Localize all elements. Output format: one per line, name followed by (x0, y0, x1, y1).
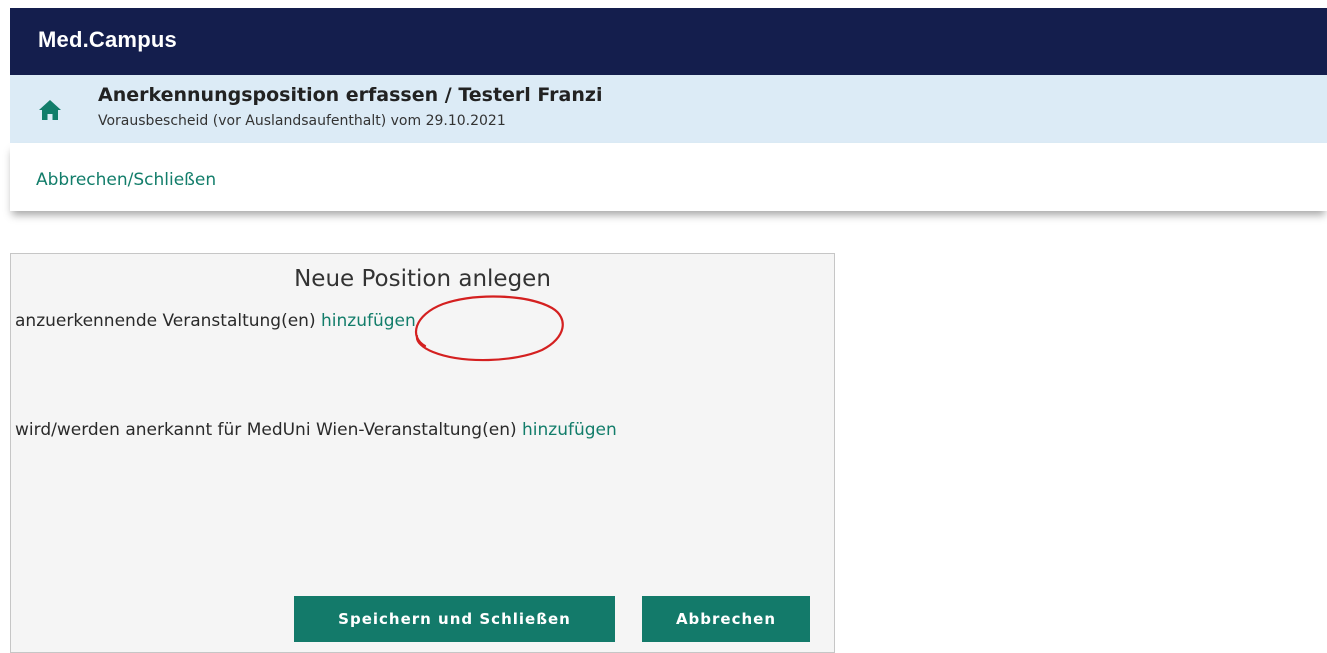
recognized-for-row: wird/werden anerkannt für MedUni Wien-Ve… (15, 420, 617, 440)
page-title: Anerkennungsposition erfassen / Testerl … (98, 84, 603, 106)
action-bar: Abbrechen/Schließen (10, 143, 1327, 211)
app-header: Med.Campus (10, 8, 1327, 75)
app-title: Med.Campus (38, 27, 177, 52)
page-subtitle: Vorausbescheid (vor Auslandsaufenthalt) … (98, 113, 506, 129)
courses-to-recognize-row: anzuerkennende Veranstaltung(en) hinzufü… (15, 311, 416, 331)
add-meduni-courses-link[interactable]: hinzufügen (522, 420, 617, 440)
page-header: Anerkennungsposition erfassen / Testerl … (10, 75, 1327, 143)
cancel-button[interactable]: Abbrechen (642, 596, 810, 642)
home-icon[interactable] (38, 99, 62, 121)
add-courses-to-recognize-link[interactable]: hinzufügen (321, 311, 416, 331)
cancel-close-link[interactable]: Abbrechen/Schließen (36, 170, 216, 190)
save-and-close-button[interactable]: Speichern und Schließen (294, 596, 615, 642)
panel-title: Neue Position anlegen (294, 266, 551, 292)
recognized-for-label: wird/werden anerkannt für MedUni Wien-Ve… (15, 420, 517, 440)
new-position-panel: Neue Position anlegen anzuerkennende Ver… (10, 253, 835, 653)
annotation-ellipse (415, 295, 564, 362)
courses-to-recognize-label: anzuerkennende Veranstaltung(en) (15, 311, 316, 331)
